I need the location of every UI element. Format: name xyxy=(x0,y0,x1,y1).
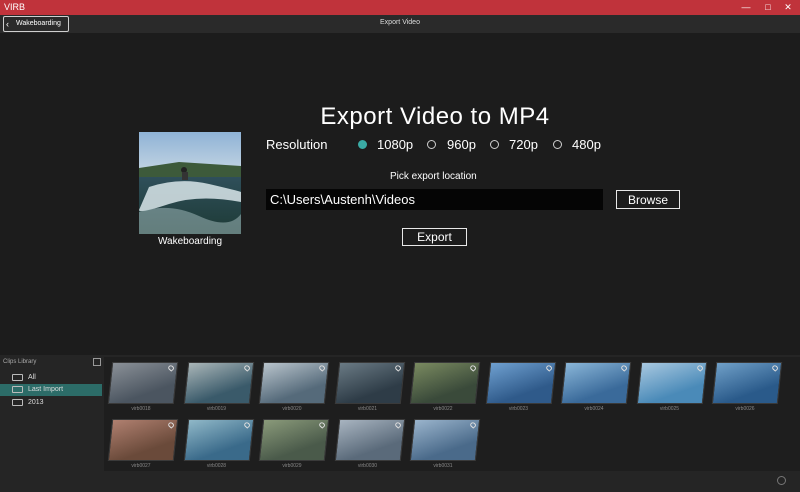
clip-name: virb0023 xyxy=(508,406,529,412)
radio-720p-label[interactable]: 720p xyxy=(509,137,538,152)
resolution-label: Resolution xyxy=(266,137,328,152)
clips-library-title: Clips Library xyxy=(3,359,37,365)
clip-thumbnail[interactable] xyxy=(636,362,707,404)
radio-480p[interactable] xyxy=(553,140,562,149)
clip-name: virb0021 xyxy=(357,406,378,412)
page-title: Export Video xyxy=(380,19,420,26)
browse-button[interactable]: Browse xyxy=(616,190,680,209)
clip-thumbnail[interactable] xyxy=(485,362,556,404)
clip-thumbnail[interactable] xyxy=(334,362,405,404)
video-thumbnail xyxy=(139,132,241,234)
pick-location-label: Pick export location xyxy=(390,171,477,182)
radio-960p[interactable] xyxy=(427,140,436,149)
clip-name: virb0024 xyxy=(584,406,604,412)
clip-thumbnail[interactable] xyxy=(409,419,481,461)
clip-thumbnail[interactable] xyxy=(334,419,405,461)
clip-thumbnail[interactable] xyxy=(258,362,330,404)
clip-name: virb0022 xyxy=(433,406,453,412)
close-icon[interactable]: ✕ xyxy=(778,0,798,15)
location-pin-icon xyxy=(242,421,251,429)
minimize-icon[interactable]: — xyxy=(736,0,756,15)
clip-thumbnail[interactable] xyxy=(711,362,783,404)
radio-480p-label[interactable]: 480p xyxy=(572,137,601,152)
export-path-input[interactable] xyxy=(266,189,603,210)
clip-name: virb0025 xyxy=(659,406,680,412)
clip-name: virb0030 xyxy=(357,463,378,469)
location-pin-icon xyxy=(393,421,402,429)
thumbnail-caption: Wakeboarding xyxy=(157,236,223,247)
library-item-2013[interactable]: 2013 xyxy=(0,397,102,409)
radio-960p-label[interactable]: 960p xyxy=(447,137,476,152)
library-item-last-import[interactable]: Last Import xyxy=(0,384,102,396)
location-pin-icon xyxy=(695,364,704,372)
clip-name: virb0027 xyxy=(131,463,151,469)
clip-name: virb0020 xyxy=(282,406,302,412)
location-pin-icon xyxy=(544,364,553,372)
settings-icon[interactable] xyxy=(777,476,786,485)
toolbar: ‹ Wakeboarding Export Video xyxy=(0,15,800,33)
location-pin-icon xyxy=(468,421,478,429)
window-title: VIRB xyxy=(4,2,26,12)
maximize-icon[interactable]: □ xyxy=(758,0,778,15)
radio-720p[interactable] xyxy=(490,140,499,149)
export-button[interactable]: Export xyxy=(402,228,467,246)
clip-name: virb0019 xyxy=(206,406,227,412)
library-menu-icon[interactable] xyxy=(93,358,101,366)
clip-name: virb0028 xyxy=(206,463,227,469)
clip-thumbnail[interactable] xyxy=(107,362,179,404)
clip-name: virb0026 xyxy=(735,406,755,412)
clip-thumbnail[interactable] xyxy=(183,419,254,461)
library-item-label: Last Import xyxy=(28,386,64,393)
clip-name: virb0029 xyxy=(282,463,302,469)
clip-thumbnail[interactable] xyxy=(258,419,330,461)
library-item-label: 2013 xyxy=(28,399,44,406)
clip-name: virb0018 xyxy=(131,406,151,412)
location-pin-icon xyxy=(242,364,251,372)
clip-thumbnail[interactable] xyxy=(560,362,632,404)
location-pin-icon xyxy=(393,364,402,372)
folder-icon xyxy=(12,386,23,393)
location-pin-icon xyxy=(166,364,176,372)
clip-thumbnail[interactable] xyxy=(183,362,254,404)
export-heading: Export Video to MP4 xyxy=(320,103,550,130)
title-bar: VIRB — □ ✕ xyxy=(0,0,800,15)
location-pin-icon xyxy=(468,364,478,372)
folder-icon xyxy=(12,399,23,406)
clip-name: virb0031 xyxy=(433,463,453,469)
location-pin-icon xyxy=(166,421,176,429)
clip-thumbnail[interactable] xyxy=(107,419,179,461)
location-pin-icon xyxy=(770,364,780,372)
location-pin-icon xyxy=(619,364,629,372)
folder-icon xyxy=(12,374,23,381)
library-item-label: All xyxy=(28,374,36,381)
library-item-all[interactable]: All xyxy=(0,372,102,384)
location-pin-icon xyxy=(317,421,327,429)
radio-1080p[interactable] xyxy=(358,140,367,149)
clip-thumbnail[interactable] xyxy=(409,362,481,404)
location-pin-icon xyxy=(317,364,327,372)
clips-library-header: Clips Library xyxy=(0,358,102,370)
export-panel: Export Video to MP4 Wakeboarding Resolut… xyxy=(0,33,800,355)
radio-1080p-label[interactable]: 1080p xyxy=(377,137,413,152)
